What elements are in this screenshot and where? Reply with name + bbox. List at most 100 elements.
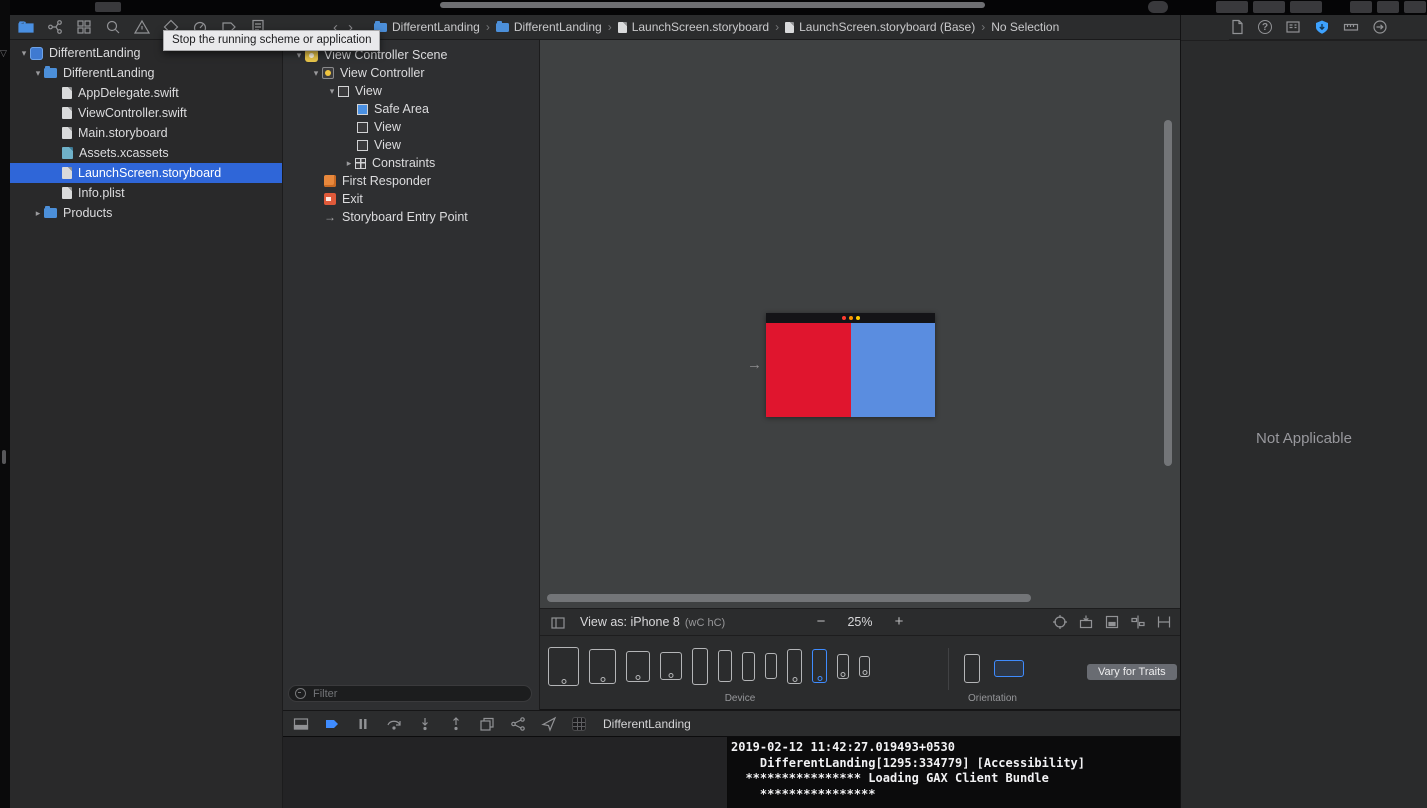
outline-row-subview-red[interactable]: View xyxy=(283,118,539,136)
outline-row-first-responder[interactable]: First Responder xyxy=(283,172,539,190)
device-iphone-x[interactable] xyxy=(765,653,777,679)
issue-navigator-icon[interactable] xyxy=(134,19,150,35)
filter-icon xyxy=(295,688,306,699)
panel-toggle-debug[interactable] xyxy=(1377,1,1399,13)
source-control-navigator-icon[interactable] xyxy=(47,19,63,35)
disclosure-open-icon[interactable]: ▾ xyxy=(326,86,338,97)
canvas-horizontal-scrollbar[interactable] xyxy=(547,594,1031,602)
edge-handle[interactable] xyxy=(2,450,6,464)
outline-filter-field[interactable] xyxy=(288,685,532,702)
connections-inspector-icon[interactable] xyxy=(1372,19,1388,35)
toolbar-activity-button[interactable] xyxy=(1148,1,1168,13)
simulate-location-icon[interactable] xyxy=(541,716,557,732)
titlebar-scrollbar[interactable] xyxy=(440,2,985,8)
add-constraints-icon[interactable] xyxy=(1156,614,1172,630)
orientation-label: Orientation xyxy=(968,693,1017,704)
device-iphone-xr[interactable] xyxy=(718,650,732,682)
zoom-out-button[interactable]: − xyxy=(810,609,832,635)
step-into-icon[interactable] xyxy=(417,716,433,732)
disclosure-closed-icon[interactable]: ▸ xyxy=(343,158,355,169)
toolbar-button[interactable] xyxy=(95,2,121,12)
orientation-landscape-selected[interactable] xyxy=(994,659,1024,677)
navigator-row-appdelegate[interactable]: AppDelegate.swift xyxy=(10,83,282,103)
device-ipad-mini[interactable] xyxy=(660,652,682,680)
breadcrumb-file[interactable]: LaunchScreen.storyboard xyxy=(617,20,769,34)
breadcrumb-project[interactable]: DifferentLanding xyxy=(374,20,480,34)
device-iphone-xs-max[interactable] xyxy=(692,647,708,685)
navigator-row-group[interactable]: ▾ DifferentLanding xyxy=(10,63,282,83)
find-navigator-icon[interactable] xyxy=(105,19,121,35)
filter-input[interactable] xyxy=(311,686,525,701)
breadcrumb-localization[interactable]: LaunchScreen.storyboard (Base) xyxy=(785,20,975,34)
zoom-level[interactable]: 25% xyxy=(836,609,884,635)
device-ipad-pro-10-5[interactable] xyxy=(589,648,616,684)
disclosure-open-icon[interactable]: ▾ xyxy=(32,68,44,79)
outline-row-view[interactable]: ▾ View xyxy=(283,82,539,100)
navigator-row-viewcontroller[interactable]: ViewController.swift xyxy=(10,103,282,123)
plist-file-icon xyxy=(62,187,72,199)
project-navigator-icon[interactable] xyxy=(18,19,34,35)
disclosure-open-icon[interactable]: ▾ xyxy=(293,50,305,61)
identity-inspector-icon[interactable] xyxy=(1285,19,1301,35)
device-iphone-8-plus[interactable] xyxy=(787,648,802,684)
quick-help-inspector-icon[interactable]: ? xyxy=(1258,20,1272,34)
symbol-navigator-icon[interactable] xyxy=(76,19,92,35)
editor-mode-button-version[interactable] xyxy=(1290,1,1322,13)
outline-row-subview-blue[interactable]: View xyxy=(283,136,539,154)
launch-screen-preview[interactable] xyxy=(766,313,935,417)
outline-row-safe-area[interactable]: Safe Area xyxy=(283,100,539,118)
step-over-icon[interactable] xyxy=(386,716,402,732)
view-hierarchy-icon[interactable] xyxy=(479,716,495,732)
outline-row-constraints[interactable]: ▸ Constraints xyxy=(283,154,539,172)
interface-builder-canvas[interactable]: → xyxy=(540,40,1180,608)
navigator-row-main-storyboard[interactable]: Main.storyboard xyxy=(10,123,282,143)
orientation-portrait[interactable] xyxy=(964,653,980,683)
outline-row-entry-point[interactable]: → Storyboard Entry Point xyxy=(283,208,539,226)
device-ipad-pro-12-9[interactable] xyxy=(548,646,579,686)
vary-for-traits-button[interactable]: Vary for Traits xyxy=(1087,664,1177,680)
editor-mode-button-standard[interactable] xyxy=(1216,1,1248,13)
red-view[interactable] xyxy=(766,323,851,417)
navigator-row-infoplist[interactable]: Info.plist xyxy=(10,183,282,203)
device-iphone-8-selected[interactable] xyxy=(812,649,827,683)
disclosure-open-icon[interactable]: ▾ xyxy=(18,48,30,59)
editor-mode-button-assistant[interactable] xyxy=(1253,1,1285,13)
variables-view[interactable] xyxy=(283,737,728,808)
breakpoints-toggle-icon[interactable] xyxy=(324,716,340,732)
device-bar-toggle-icon[interactable] xyxy=(550,615,566,631)
breadcrumb-group[interactable]: DifferentLanding xyxy=(495,20,602,34)
blue-view[interactable] xyxy=(850,323,935,417)
running-app-name[interactable]: DifferentLanding xyxy=(603,717,691,731)
edge-disclosure-icon[interactable]: ▽ xyxy=(0,48,7,59)
memory-graph-icon[interactable] xyxy=(510,716,526,732)
disclosure-closed-icon[interactable]: ▸ xyxy=(32,208,44,219)
stack-icon[interactable] xyxy=(1104,614,1120,630)
debug-area-toggle-icon[interactable] xyxy=(293,716,309,732)
console-output[interactable]: 2019-02-12 11:42:27.019493+0530 Differen… xyxy=(728,737,1180,808)
update-frames-icon[interactable] xyxy=(1052,614,1068,630)
panel-toggle-navigator[interactable] xyxy=(1350,1,1372,13)
navigator-row-launchscreen-selected[interactable]: LaunchScreen.storyboard xyxy=(10,163,282,183)
embed-in-icon[interactable] xyxy=(1078,614,1094,630)
size-inspector-icon[interactable] xyxy=(1343,19,1359,35)
outline-row-view-controller[interactable]: ▾ View Controller xyxy=(283,64,539,82)
view-as-label[interactable]: View as: iPhone 8 (wC hC) xyxy=(580,609,725,636)
navigator-row-products[interactable]: ▸ Products xyxy=(10,203,282,223)
navigator-row-assets[interactable]: Assets.xcassets xyxy=(10,143,282,163)
device-iphone-xs[interactable] xyxy=(742,651,755,681)
device-iphone-4s[interactable] xyxy=(859,655,870,677)
outline-row-exit[interactable]: Exit xyxy=(283,190,539,208)
attributes-inspector-icon-selected[interactable] xyxy=(1314,19,1330,35)
breadcrumb-selection[interactable]: No Selection xyxy=(991,20,1059,34)
file-inspector-icon[interactable] xyxy=(1229,19,1245,35)
canvas-vertical-scrollbar[interactable] xyxy=(1164,120,1172,466)
device-ipad-9-7[interactable] xyxy=(626,650,650,682)
step-out-icon[interactable] xyxy=(448,716,464,732)
device-iphone-se[interactable] xyxy=(837,653,849,679)
storyboard-entry-point-arrow[interactable]: → xyxy=(740,357,762,373)
disclosure-open-icon[interactable]: ▾ xyxy=(310,68,322,79)
pause-icon[interactable] xyxy=(355,716,371,732)
zoom-in-button[interactable]: + xyxy=(888,609,910,635)
align-icon[interactable] xyxy=(1130,614,1146,630)
panel-toggle-inspector[interactable] xyxy=(1404,1,1426,13)
